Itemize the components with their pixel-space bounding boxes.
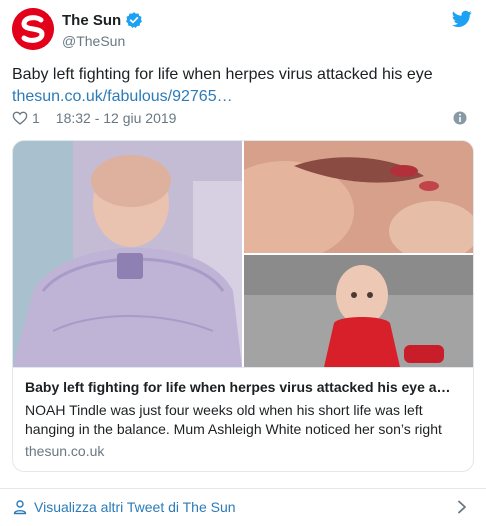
info-icon[interactable] <box>452 110 468 126</box>
verified-icon <box>126 12 143 28</box>
like-count[interactable]: 1 <box>32 110 40 126</box>
footer-divider <box>0 488 486 489</box>
timestamp[interactable]: 18:32 - 12 giu 2019 <box>56 110 177 126</box>
tweet-meta: 1 18:32 - 12 giu 2019 <box>12 106 474 130</box>
display-name[interactable]: The Sun <box>62 12 121 29</box>
tweet-body: Baby left fighting for life when herpes … <box>12 66 433 83</box>
card-description: NOAH Tindle was just four weeks old when… <box>25 402 442 437</box>
card-domain: thesun.co.uk <box>25 443 105 459</box>
tweet-embed: The Sun @TheSun Baby left fighting for l… <box>0 0 486 526</box>
card-media[interactable] <box>13 141 473 367</box>
link-card[interactable]: Baby left fighting for life when herpes … <box>12 140 474 472</box>
tweet-text: Baby left fighting for life when herpes … <box>12 64 474 108</box>
tweet-header: The Sun @TheSun <box>12 8 474 52</box>
card-title[interactable]: Baby left fighting for life when herpes … <box>25 378 461 397</box>
photo-eye-closeup <box>244 141 473 253</box>
author-names[interactable]: The Sun @TheSun <box>62 10 143 49</box>
photo-baby-sleeping <box>13 141 242 367</box>
view-more-label[interactable]: Visualizza altri Tweet di The Sun <box>34 499 236 515</box>
card-body[interactable]: Baby left fighting for life when herpes … <box>13 367 473 471</box>
photo-baby-smiling <box>244 255 473 367</box>
handle[interactable]: @TheSun <box>62 33 143 49</box>
chevron-right-icon[interactable] <box>456 500 468 514</box>
tweet-link[interactable]: thesun.co.uk/fabulous/92765… <box>12 86 474 108</box>
twitter-bird-icon[interactable] <box>452 10 472 28</box>
heart-icon[interactable] <box>12 110 28 126</box>
sun-logo-icon <box>12 8 54 50</box>
avatar[interactable] <box>12 8 54 50</box>
view-more-tweets-link[interactable]: Visualizza altri Tweet di The Sun <box>12 496 474 518</box>
person-icon <box>13 500 27 515</box>
